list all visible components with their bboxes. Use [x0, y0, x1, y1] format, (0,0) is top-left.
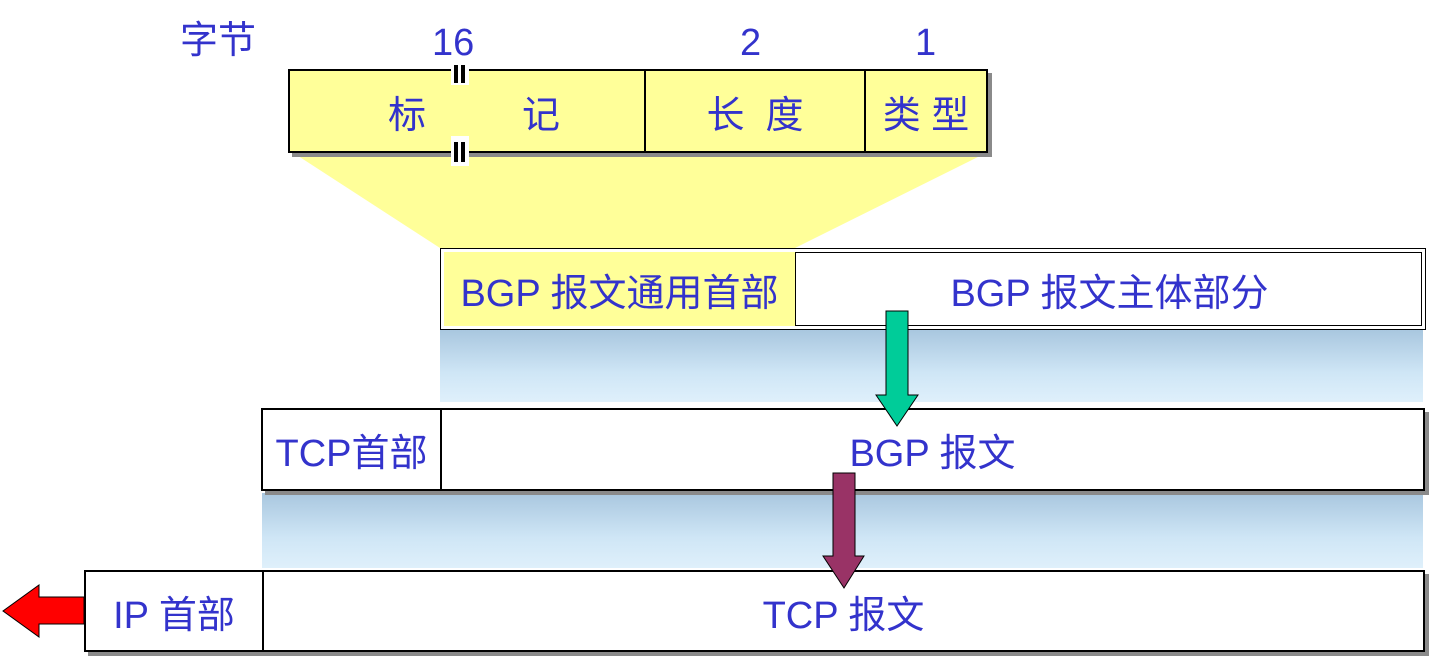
arrows-layer — [2, 310, 919, 638]
red-left-arrow — [2, 584, 85, 638]
green-down-arrow — [875, 310, 919, 427]
purple-down-arrow — [822, 472, 865, 589]
